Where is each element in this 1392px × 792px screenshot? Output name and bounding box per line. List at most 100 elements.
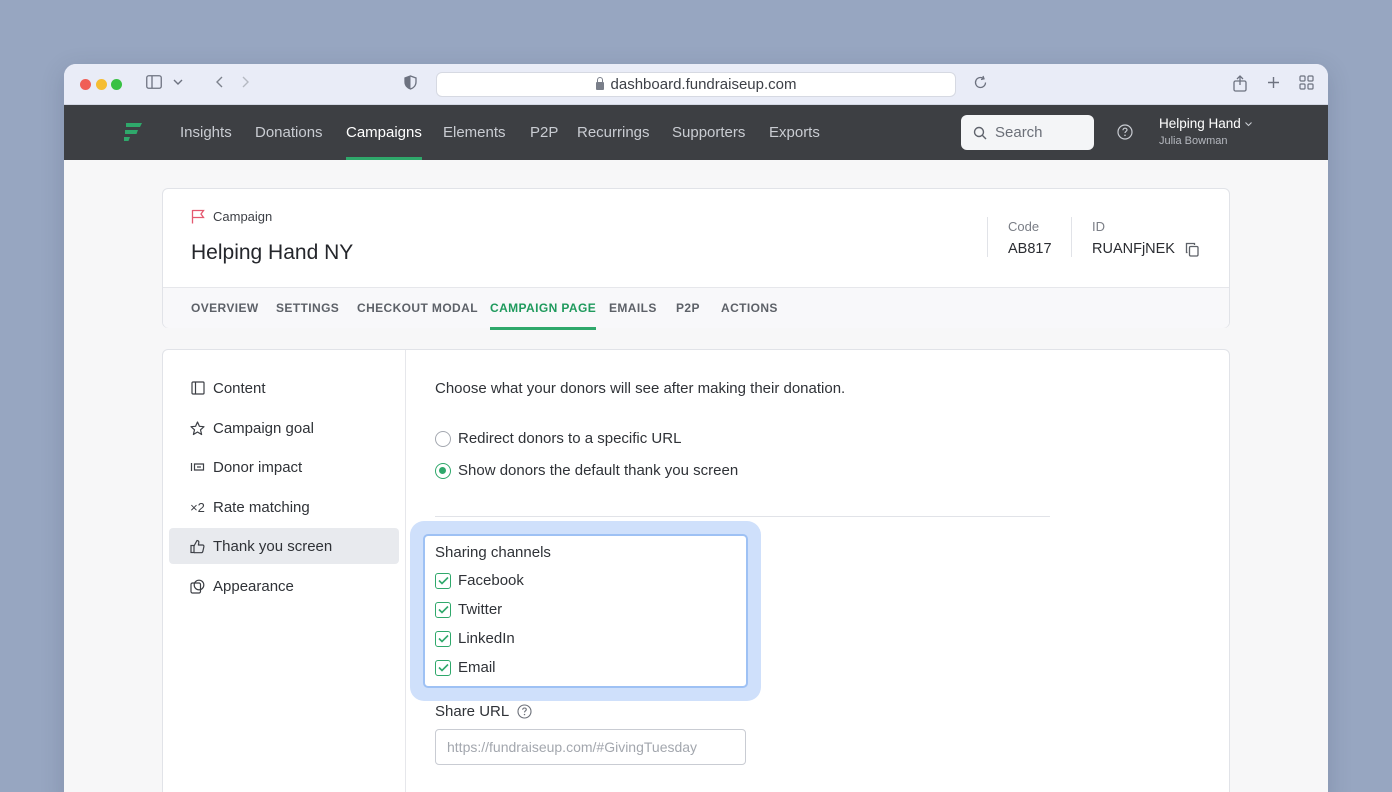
- channel-twitter[interactable]: Twitter: [435, 601, 502, 618]
- campaign-header: Campaign Helping Hand NY Code AB817 ID R…: [162, 188, 1230, 330]
- checkmark-icon: [437, 634, 449, 643]
- section-description: Choose what your donors will see after m…: [435, 380, 846, 397]
- channel-facebook[interactable]: Facebook: [435, 572, 524, 589]
- campaign-page-settings: Content Campaign goal Donor impact ×2 Ra…: [162, 349, 1230, 792]
- default-thank-you-option[interactable]: Show donors the default thank you screen: [435, 462, 738, 479]
- x2-icon: ×2: [190, 499, 205, 515]
- id-label: ID: [1092, 219, 1105, 234]
- search-icon: [973, 126, 987, 139]
- tab-settings[interactable]: SETTINGS: [276, 288, 339, 329]
- nav-supporters[interactable]: Supporters: [672, 105, 745, 160]
- search-input[interactable]: Search: [961, 115, 1094, 150]
- channel-label: Twitter: [458, 601, 503, 618]
- tab-checkout-modal[interactable]: CHECKOUT MODAL: [357, 288, 478, 329]
- sidebar-item-label: Content: [213, 379, 266, 397]
- zoom-window-button[interactable]: [111, 79, 122, 90]
- checkmark-icon: [437, 663, 449, 672]
- thumbs-up-icon: [190, 539, 205, 554]
- divider: [1071, 217, 1072, 257]
- sidebar-item-label: Appearance: [213, 577, 294, 595]
- sidebar-item-appearance[interactable]: Appearance: [169, 568, 399, 604]
- checkbox-checked[interactable]: [435, 659, 451, 676]
- search-placeholder: Search: [995, 124, 1043, 141]
- id-value: RUANFjNEK: [1092, 241, 1175, 257]
- radio-button[interactable]: [435, 430, 451, 447]
- sidebar-item-content[interactable]: Content: [169, 370, 399, 406]
- nav-campaigns[interactable]: Campaigns: [346, 105, 422, 160]
- settings-sidebar: Content Campaign goal Donor impact ×2 Ra…: [163, 350, 406, 792]
- help-icon[interactable]: [1117, 124, 1133, 145]
- tab-campaign-page[interactable]: CAMPAIGN PAGE: [490, 288, 597, 330]
- address-bar[interactable]: dashboard.fundraiseup.com: [436, 72, 956, 97]
- org-name: Helping Hand: [1159, 116, 1253, 131]
- sidebar-item-donor-impact[interactable]: Donor impact: [169, 449, 399, 485]
- code-value: AB817: [1008, 241, 1052, 257]
- browser-toolbar: dashboard.fundraiseup.com: [64, 64, 1328, 105]
- browser-window: dashboard.fundraiseup.com Insights Donat…: [64, 64, 1328, 792]
- checkbox-checked[interactable]: [435, 572, 451, 589]
- tab-p2p[interactable]: P2P: [676, 288, 700, 329]
- redirect-url-option[interactable]: Redirect donors to a specific URL: [435, 430, 681, 447]
- copy-icon[interactable]: [1185, 242, 1199, 257]
- id-field: RUANFjNEK: [1092, 241, 1199, 257]
- fundraiseup-logo-icon[interactable]: [122, 121, 144, 143]
- tab-actions[interactable]: ACTIONS: [721, 288, 778, 329]
- thank-you-screen-panel: Choose what your donors will see after m…: [407, 350, 1229, 792]
- channel-label: LinkedIn: [458, 630, 515, 647]
- sidebar-item-thank-you-screen[interactable]: Thank you screen: [169, 528, 399, 564]
- sidebar-item-rate-matching[interactable]: ×2 Rate matching: [169, 489, 399, 525]
- campaign-tabs: OVERVIEW SETTINGS CHECKOUT MODAL CAMPAIG…: [163, 287, 1229, 330]
- nav-exports[interactable]: Exports: [769, 105, 820, 160]
- channel-linkedin[interactable]: LinkedIn: [435, 630, 515, 647]
- channel-email[interactable]: Email: [435, 659, 496, 676]
- user-name: Julia Bowman: [1159, 135, 1228, 147]
- share-url-label-text: Share URL: [435, 703, 510, 720]
- forward-icon[interactable]: [240, 75, 250, 93]
- help-icon[interactable]: [517, 704, 532, 719]
- checkbox-checked[interactable]: [435, 630, 451, 647]
- sidebar-item-label: Thank you screen: [213, 537, 333, 555]
- flag-icon: [191, 209, 205, 224]
- option-label: Redirect donors to a specific URL: [458, 430, 682, 447]
- close-window-button[interactable]: [80, 79, 91, 90]
- option-label: Show donors the default thank you screen: [458, 462, 739, 479]
- nav-p2p[interactable]: P2P: [530, 105, 558, 160]
- app-navbar: Insights Donations Campaigns Elements P2…: [64, 105, 1328, 160]
- lock-icon: [595, 76, 604, 90]
- tab-emails[interactable]: EMAILS: [609, 288, 657, 329]
- sharing-channels-title: Sharing channels: [435, 544, 551, 561]
- tab-overview-icon[interactable]: [1299, 75, 1314, 94]
- checkmark-icon: [437, 576, 449, 585]
- nav-recurrings[interactable]: Recurrings: [577, 105, 650, 160]
- channel-label: Email: [458, 659, 496, 676]
- url-text: dashboard.fundraiseup.com: [610, 76, 797, 93]
- impact-icon: [190, 461, 205, 473]
- tab-overview[interactable]: OVERVIEW: [191, 288, 259, 329]
- reload-icon[interactable]: [973, 75, 988, 94]
- privacy-shield-icon[interactable]: [404, 75, 417, 94]
- chevron-down-icon[interactable]: [172, 75, 184, 93]
- radio-button-selected[interactable]: [435, 462, 451, 479]
- share-url-input[interactable]: [435, 729, 746, 765]
- campaign-kind: Campaign: [191, 209, 272, 224]
- nav-elements[interactable]: Elements: [443, 105, 506, 160]
- sidebar-item-campaign-goal[interactable]: Campaign goal: [169, 410, 399, 446]
- share-icon[interactable]: [1233, 75, 1247, 96]
- campaign-kind-label: Campaign: [213, 209, 273, 224]
- page-title: Helping Hand NY: [191, 241, 354, 264]
- code-label: Code: [1008, 219, 1040, 234]
- new-tab-icon[interactable]: [1267, 75, 1280, 93]
- star-icon: [190, 420, 205, 436]
- checkmark-icon: [437, 605, 449, 614]
- divider: [987, 217, 988, 257]
- layout-icon: [190, 381, 205, 395]
- sidebar-toggle-icon[interactable]: [146, 75, 162, 93]
- sidebar-item-label: Rate matching: [213, 498, 310, 516]
- divider: [435, 516, 1050, 517]
- checkbox-checked[interactable]: [435, 601, 451, 618]
- share-url-label: Share URL: [435, 703, 532, 720]
- back-icon[interactable]: [215, 75, 225, 93]
- nav-donations[interactable]: Donations: [255, 105, 323, 160]
- nav-insights[interactable]: Insights: [180, 105, 232, 160]
- minimize-window-button[interactable]: [96, 79, 107, 90]
